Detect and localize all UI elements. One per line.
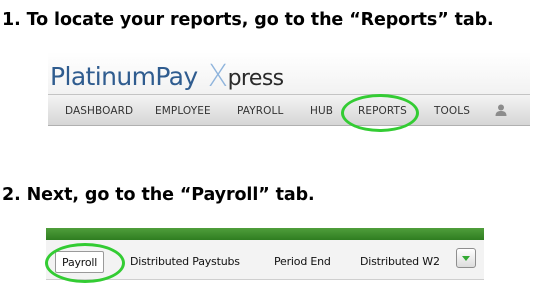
tab-overflow-button[interactable] bbox=[456, 248, 476, 268]
nav-hub[interactable]: HUB bbox=[310, 105, 333, 117]
platinumpay-screenshot: PlatinumPay Xpress DASHBOARD EMPLOYEE PAY… bbox=[48, 52, 530, 126]
tab-period-end[interactable]: Period End bbox=[268, 251, 337, 273]
tab-distributed-w2[interactable]: Distributed W2 bbox=[354, 251, 446, 273]
nav-tools[interactable]: TOOLS bbox=[434, 105, 470, 117]
green-header-bar bbox=[46, 228, 484, 240]
user-icon[interactable] bbox=[494, 103, 508, 117]
tab-strip: Payroll Distributed Paystubs Period End … bbox=[46, 240, 484, 280]
chevron-down-icon bbox=[462, 256, 470, 261]
logo-x: X bbox=[207, 59, 229, 94]
nav-dashboard[interactable]: DASHBOARD bbox=[65, 105, 133, 117]
tab-payroll[interactable]: Payroll bbox=[55, 251, 105, 273]
logo-press: press bbox=[227, 66, 285, 91]
nav-employee[interactable]: EMPLOYEE bbox=[155, 105, 211, 117]
nav-reports[interactable]: REPORTS bbox=[358, 105, 407, 117]
logo-brand: PlatinumPay bbox=[50, 62, 198, 91]
step-2-instruction: 2. Next, go to the “Payroll” tab. bbox=[2, 185, 315, 205]
app-header: PlatinumPay Xpress bbox=[48, 52, 530, 94]
step-1-instruction: 1. To locate your reports, go to the “Re… bbox=[2, 10, 494, 30]
platinumpay-xpress-logo: PlatinumPay Xpress bbox=[50, 58, 285, 94]
tab-distributed-paystubs[interactable]: Distributed Paystubs bbox=[124, 251, 246, 273]
main-nav-bar: DASHBOARD EMPLOYEE PAYROLL HUB REPORTS T… bbox=[48, 94, 530, 126]
nav-payroll[interactable]: PAYROLL bbox=[237, 105, 283, 117]
payroll-tabs-screenshot: Payroll Distributed Paystubs Period End … bbox=[46, 228, 484, 280]
